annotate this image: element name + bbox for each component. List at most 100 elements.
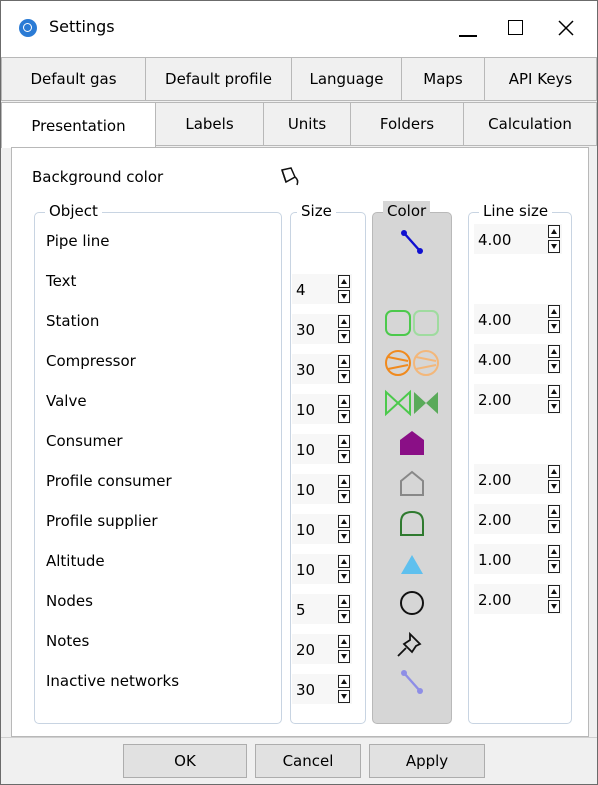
tab-calculation[interactable]: Calculation <box>464 102 597 146</box>
line-size-spinner[interactable]: 1.00 <box>474 544 562 574</box>
altitude-icon[interactable] <box>380 548 444 578</box>
apply-button[interactable]: Apply <box>369 744 485 778</box>
spin-up-icon[interactable] <box>548 385 560 398</box>
line-size-spinner[interactable]: 2.00 <box>474 464 562 494</box>
spin-up-icon[interactable] <box>548 505 560 518</box>
profile-supplier-icon[interactable] <box>380 508 444 538</box>
spin-down-icon[interactable] <box>548 480 560 493</box>
spin-up-icon[interactable] <box>338 315 350 328</box>
spin-down-icon[interactable] <box>338 570 350 583</box>
close-button[interactable] <box>551 15 581 43</box>
spin-up-icon[interactable] <box>338 475 350 488</box>
size-spinner[interactable]: 30 <box>292 674 352 704</box>
spin-down-icon[interactable] <box>548 320 560 333</box>
spin-up-icon[interactable] <box>548 225 560 238</box>
spin-down-icon[interactable] <box>338 530 350 543</box>
spinner-value[interactable]: 4.00 <box>478 231 511 249</box>
spinner-value[interactable]: 4.00 <box>478 351 511 369</box>
spin-up-icon[interactable] <box>338 355 350 368</box>
spinner-value[interactable]: 30 <box>296 321 315 339</box>
spin-up-icon[interactable] <box>548 545 560 558</box>
size-spinner[interactable]: 30 <box>292 314 352 344</box>
pipe-line-icon[interactable] <box>380 228 444 258</box>
spinner-value[interactable]: 2.00 <box>478 591 511 609</box>
line-size-spinner[interactable]: 2.00 <box>474 584 562 614</box>
tab-language[interactable]: Language <box>292 57 402 101</box>
spin-down-icon[interactable] <box>338 370 350 383</box>
spin-down-icon[interactable] <box>338 610 350 623</box>
spin-down-icon[interactable] <box>548 600 560 613</box>
spinner-value[interactable]: 1.00 <box>478 551 511 569</box>
spin-down-icon[interactable] <box>338 450 350 463</box>
spin-down-icon[interactable] <box>338 690 350 703</box>
spin-up-icon[interactable] <box>338 515 350 528</box>
line-size-spinner[interactable]: 2.00 <box>474 504 562 534</box>
line-size-spinner[interactable]: 4.00 <box>474 224 562 254</box>
spin-up-icon[interactable] <box>338 435 350 448</box>
size-spinner[interactable]: 5 <box>292 594 352 624</box>
spinner-value[interactable]: 10 <box>296 481 315 499</box>
spin-up-icon[interactable] <box>338 555 350 568</box>
spin-up-icon[interactable] <box>338 675 350 688</box>
profile-consumer-icon[interactable] <box>380 468 444 498</box>
tab-folders[interactable]: Folders <box>351 102 464 146</box>
paint-bucket-icon[interactable] <box>276 166 302 188</box>
spin-down-icon[interactable] <box>548 520 560 533</box>
tab-maps[interactable]: Maps <box>402 57 485 101</box>
spinner-value[interactable]: 5 <box>296 601 306 619</box>
cancel-button[interactable]: Cancel <box>255 744 361 778</box>
tab-presentation[interactable]: Presentation <box>1 102 156 148</box>
spinner-value[interactable]: 10 <box>296 401 315 419</box>
spinner-value[interactable]: 4 <box>296 281 306 299</box>
size-spinner[interactable]: 10 <box>292 394 352 424</box>
spin-down-icon[interactable] <box>548 400 560 413</box>
spin-down-icon[interactable] <box>548 240 560 253</box>
spin-down-icon[interactable] <box>338 490 350 503</box>
tab-api-keys[interactable]: API Keys <box>485 57 597 101</box>
valve-icon[interactable] <box>380 388 444 418</box>
size-spinner[interactable]: 4 <box>292 274 352 304</box>
inactive-line-icon[interactable] <box>380 668 444 698</box>
minimize-button[interactable] <box>453 15 483 43</box>
consumer-icon[interactable] <box>380 428 444 458</box>
maximize-button[interactable] <box>501 15 531 43</box>
spin-up-icon[interactable] <box>338 595 350 608</box>
spinner-value[interactable]: 2.00 <box>478 471 511 489</box>
tab-units[interactable]: Units <box>264 102 351 146</box>
size-spinner[interactable]: 10 <box>292 554 352 584</box>
node-icon[interactable] <box>380 588 444 618</box>
spin-up-icon[interactable] <box>548 345 560 358</box>
size-spinner[interactable]: 10 <box>292 474 352 504</box>
spin-down-icon[interactable] <box>548 360 560 373</box>
spin-down-icon[interactable] <box>338 290 350 303</box>
station-icon[interactable] <box>380 308 444 338</box>
pin-icon[interactable] <box>380 628 444 658</box>
spinner-value[interactable]: 20 <box>296 641 315 659</box>
spin-down-icon[interactable] <box>338 410 350 423</box>
line-size-spinner[interactable]: 4.00 <box>474 304 562 334</box>
spinner-value[interactable]: 2.00 <box>478 391 511 409</box>
size-spinner[interactable]: 20 <box>292 634 352 664</box>
spinner-value[interactable]: 10 <box>296 441 315 459</box>
size-spinner[interactable]: 30 <box>292 354 352 384</box>
tab-default-profile[interactable]: Default profile <box>146 57 292 101</box>
size-spinner[interactable]: 10 <box>292 434 352 464</box>
spinner-value[interactable]: 10 <box>296 561 315 579</box>
spin-up-icon[interactable] <box>338 275 350 288</box>
line-size-spinner[interactable]: 4.00 <box>474 344 562 374</box>
compressor-icon[interactable] <box>380 348 444 378</box>
spin-down-icon[interactable] <box>338 330 350 343</box>
line-size-spinner[interactable]: 2.00 <box>474 384 562 414</box>
spin-up-icon[interactable] <box>338 395 350 408</box>
spin-up-icon[interactable] <box>338 635 350 648</box>
size-spinner[interactable]: 10 <box>292 514 352 544</box>
spin-up-icon[interactable] <box>548 305 560 318</box>
spinner-value[interactable]: 4.00 <box>478 311 511 329</box>
spin-down-icon[interactable] <box>338 650 350 663</box>
spinner-value[interactable]: 30 <box>296 681 315 699</box>
spin-down-icon[interactable] <box>548 560 560 573</box>
spin-up-icon[interactable] <box>548 585 560 598</box>
tab-labels[interactable]: Labels <box>156 102 264 146</box>
spinner-value[interactable]: 10 <box>296 521 315 539</box>
tab-default-gas[interactable]: Default gas <box>1 57 146 101</box>
